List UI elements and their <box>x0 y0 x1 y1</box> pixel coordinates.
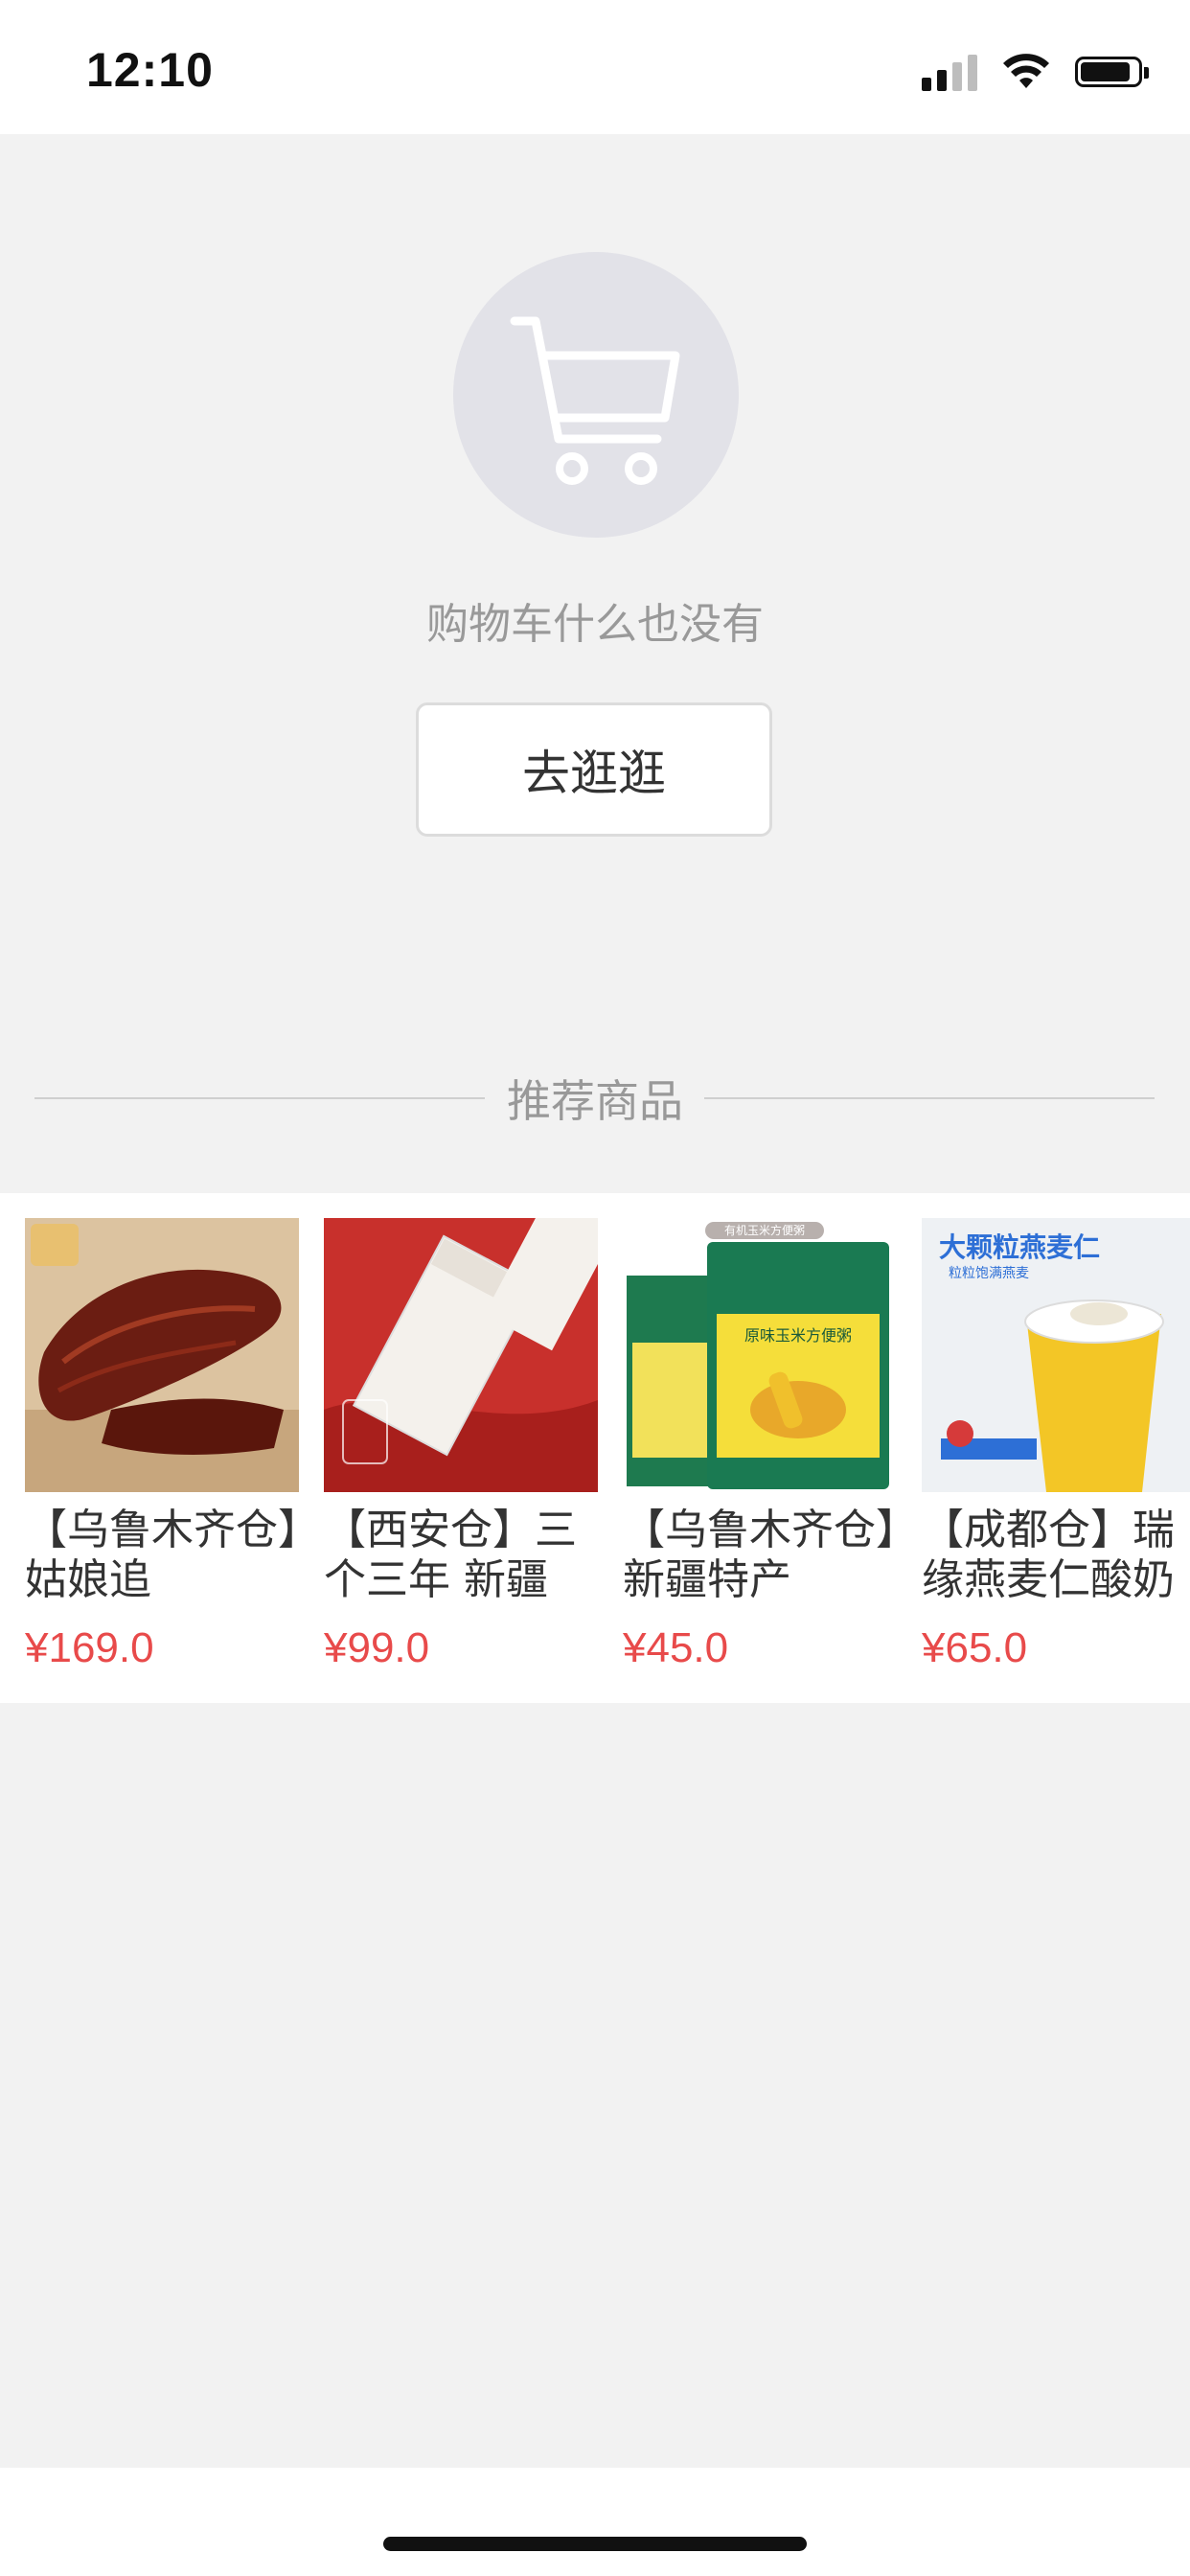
go-shopping-button[interactable]: 去逛逛 <box>416 702 772 837</box>
product-card[interactable]: 大颗粒燕麦仁 粒粒饱满燕麦 【成都仓】瑞缘燕麦仁酸奶 ¥65.0 <box>922 1218 1190 1672</box>
package-text: 原味玉米方便粥 <box>744 1326 852 1345</box>
product-image-beef-jerky[interactable] <box>25 1218 299 1492</box>
recommend-header: 推荐商品 <box>0 1059 1190 1127</box>
product-name: 【乌鲁木齐仓】新疆特产 <box>623 1506 897 1604</box>
product-card[interactable]: 有机玉米方便粥 原味玉米方便粥 【乌鲁木齐仓】新疆特产 ¥45.0 <box>623 1218 897 1672</box>
home-indicator[interactable] <box>383 2537 807 2551</box>
divider-right <box>704 1097 1155 1099</box>
yogurt-subtext: 粒粒饱满燕麦 <box>949 1266 1029 1281</box>
shopping-cart-icon <box>510 316 680 485</box>
product-price: ¥99.0 <box>324 1624 430 1671</box>
status-icons <box>922 53 1149 91</box>
cellular-signal-icon <box>922 53 977 91</box>
product-image-milk-box[interactable] <box>324 1218 598 1492</box>
product-name: 【西安仓】三个三年 新疆 <box>324 1506 577 1604</box>
product-card[interactable]: 【西安仓】三个三年 新疆 ¥99.0 <box>324 1218 598 1672</box>
empty-cart-message: 购物车什么也没有 <box>426 600 764 649</box>
yogurt-headline: 大颗粒燕麦仁 <box>939 1231 1100 1263</box>
status-bar: 12:10 <box>0 0 1190 134</box>
product-image-corn-porridge[interactable]: 有机玉米方便粥 原味玉米方便粥 <box>623 1218 897 1492</box>
recommend-product-list[interactable]: 【乌鲁木齐仓】姑娘追 ¥169.0 【西安仓】三个三年 新疆 ¥99.0 有机玉… <box>0 1193 1190 1703</box>
product-name: 【乌鲁木齐仓】姑娘追 <box>25 1506 299 1604</box>
product-card[interactable]: 【乌鲁木齐仓】姑娘追 ¥169.0 <box>25 1218 299 1672</box>
wifi-icon <box>1003 54 1049 88</box>
product-price: ¥169.0 <box>25 1624 154 1671</box>
empty-cart-section: 购物车什么也没有 去逛逛 <box>0 134 1190 1188</box>
cart-placeholder <box>453 252 739 538</box>
badge-text: 有机玉米方便粥 <box>724 1223 805 1237</box>
home-indicator-area <box>0 2468 1190 2576</box>
product-image-oat-yogurt[interactable]: 大颗粒燕麦仁 粒粒饱满燕麦 <box>922 1218 1190 1492</box>
status-time: 12:10 <box>86 43 214 97</box>
product-name: 【成都仓】瑞缘燕麦仁酸奶 <box>922 1506 1175 1604</box>
product-price: ¥65.0 <box>922 1624 1028 1671</box>
battery-icon <box>1075 57 1149 87</box>
product-price: ¥45.0 <box>623 1624 729 1671</box>
